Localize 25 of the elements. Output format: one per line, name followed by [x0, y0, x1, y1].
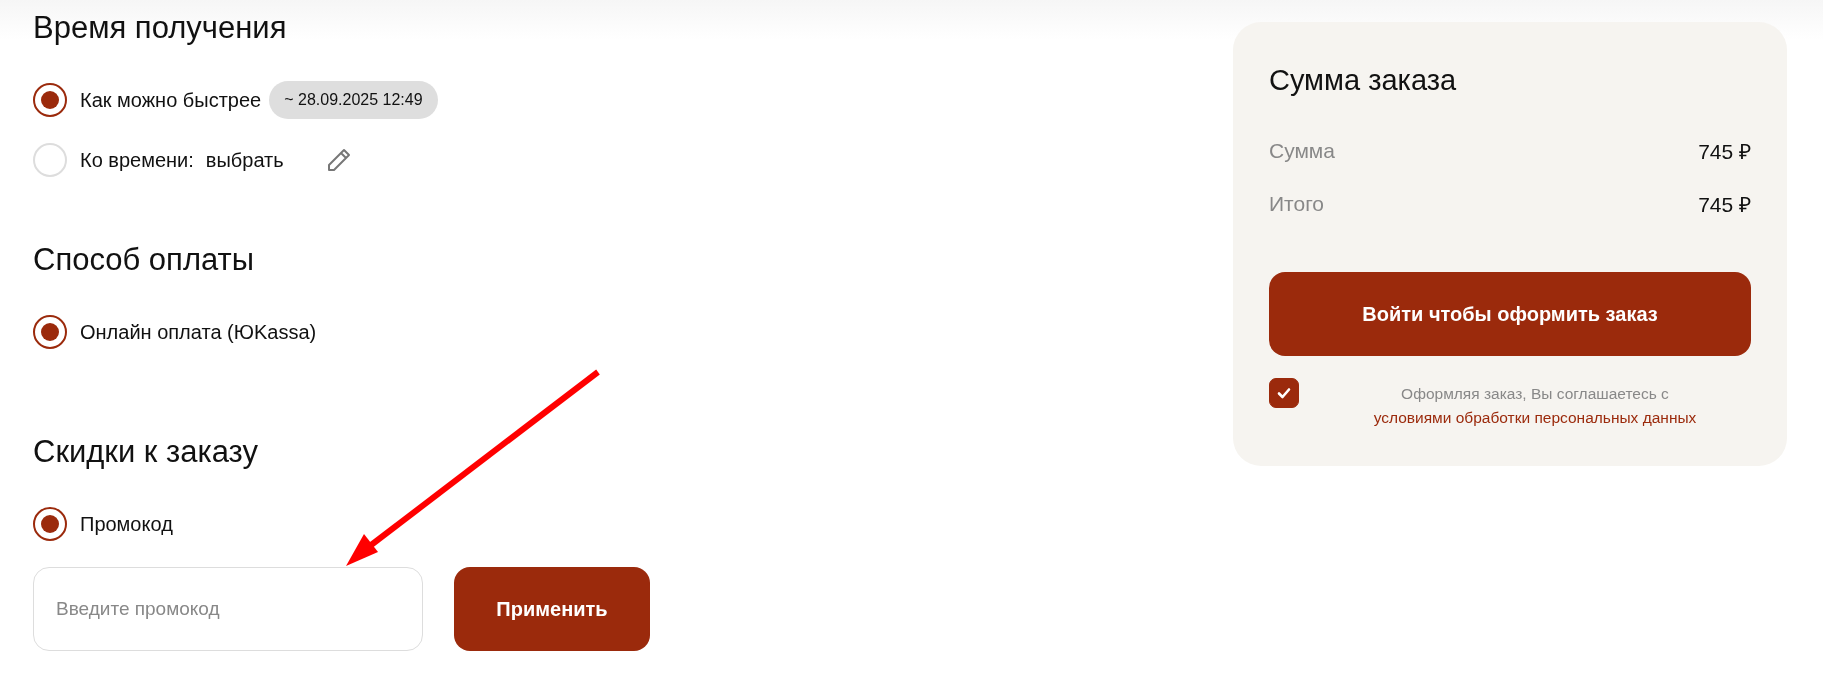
checkmark-icon — [1276, 385, 1292, 401]
time-badge: ~ 28.09.2025 12:49 — [269, 81, 438, 119]
section-title: Скидки к заказу — [33, 433, 258, 471]
section-title: Время получения — [33, 9, 287, 47]
summary-value: 745 ₽ — [1698, 191, 1751, 218]
radio-button[interactable] — [33, 507, 67, 541]
summary-value: 745 ₽ — [1698, 138, 1751, 165]
summary-label: Сумма — [1269, 138, 1335, 163]
login-order-button[interactable]: Войти чтобы оформить заказ — [1269, 272, 1751, 356]
apply-button[interactable]: Применить — [454, 567, 650, 651]
pencil-icon[interactable] — [325, 147, 352, 173]
privacy-policy-link[interactable]: условиями обработки персональных данных — [1373, 409, 1697, 426]
option-label[interactable]: Как можно быстрее — [80, 88, 262, 112]
promo-code-field[interactable]: Введите промокод — [33, 567, 423, 651]
radio-button[interactable] — [33, 315, 67, 349]
summary-title: Сумма заказа — [1269, 63, 1457, 98]
consent-text: Оформляя заказ, Вы соглашаетесь с условиями обработки персональных данных — [1372, 384, 1698, 428]
time-select-link[interactable]: выбрать — [205, 148, 284, 172]
option-label[interactable]: Промокод — [80, 512, 173, 536]
option-label[interactable]: Онлайн оплата (ЮKassa) — [80, 320, 317, 344]
consent-checkbox[interactable] — [1269, 378, 1299, 408]
radio-button[interactable] — [33, 83, 67, 117]
option-label[interactable]: Ко времени: — [80, 148, 194, 172]
summary-label: Итого — [1269, 191, 1325, 216]
section-title: Способ оплаты — [33, 241, 255, 279]
